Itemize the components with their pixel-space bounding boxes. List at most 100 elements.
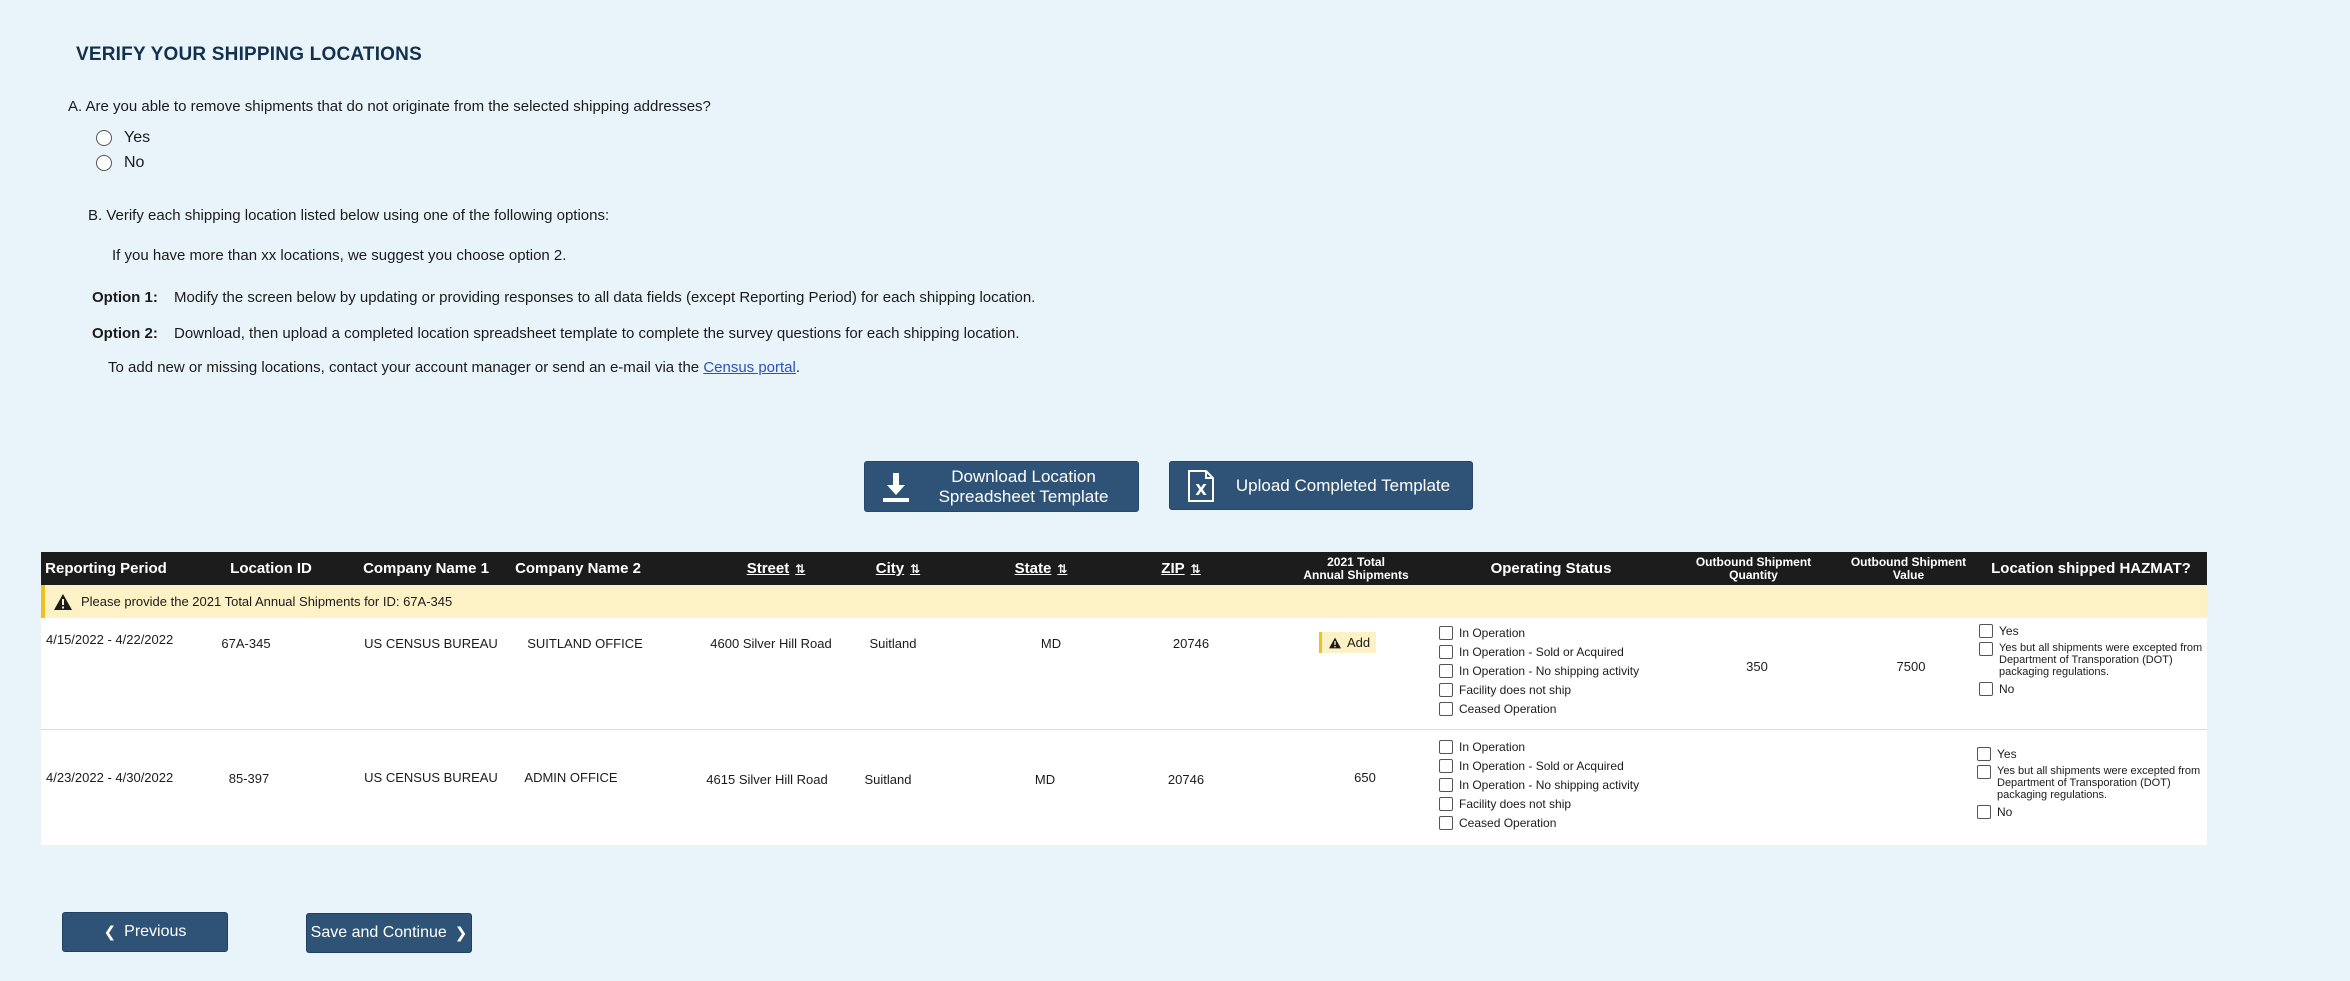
option-2-text: Download, then upload a completed locati… — [174, 325, 1020, 342]
radio-no-label: No — [124, 154, 145, 171]
download-line-1: Download Location — [951, 466, 1096, 486]
excel-file-icon: X — [1178, 469, 1224, 502]
sort-icon[interactable]: ⇅ — [1057, 562, 1067, 576]
header-state-label: State — [1014, 560, 1052, 577]
previous-button[interactable]: ❮ Previous — [62, 912, 228, 952]
status-checkbox[interactable] — [1439, 796, 1453, 811]
sort-icon[interactable]: ⇅ — [1191, 562, 1201, 576]
sort-icon[interactable]: ⇅ — [795, 562, 805, 576]
warning-icon — [54, 593, 72, 610]
status-option-label: In Operation — [1459, 739, 1526, 754]
status-option-label: Facility does not ship — [1459, 796, 1572, 811]
hazmat-option-label: Yes — [1999, 624, 2019, 638]
download-template-button[interactable]: Download Location Spreadsheet Template — [864, 461, 1139, 512]
header-city[interactable]: City ⇅ — [853, 552, 943, 585]
header-qty-line-1: Outbound Shipment — [1695, 554, 1812, 569]
header-total-line-1: 2021 Total — [1327, 554, 1385, 569]
locations-table: Reporting Period Location ID Company Nam… — [41, 552, 2207, 845]
question-a: A. Are you able to remove shipments that… — [68, 98, 711, 115]
hazmat-options: Yes Yes but all shipments were excepted … — [1979, 624, 2219, 700]
upload-button-text: Upload Completed Template — [1235, 475, 1451, 495]
cell-total-annual-shipments[interactable]: 650 — [1335, 770, 1395, 785]
question-b: B. Verify each shipping location listed … — [88, 207, 610, 224]
header-company-name-2: Company Name 2 — [515, 560, 641, 577]
status-option-label: Ceased Operation — [1459, 701, 1557, 716]
cell-location-id: 85-397 — [228, 771, 270, 786]
hazmat-option[interactable]: No — [1979, 682, 2219, 696]
table-row: 4/23/2022 - 4/30/2022 85-397 US CENSUS B… — [41, 730, 2207, 845]
status-checkbox[interactable] — [1439, 815, 1453, 830]
warning-icon — [1329, 637, 1341, 648]
header-city-label: City — [875, 560, 905, 577]
hazmat-checkbox[interactable] — [1977, 747, 1991, 761]
header-zip[interactable]: ZIP ⇅ — [1136, 552, 1226, 585]
hazmat-checkbox[interactable] — [1977, 805, 1991, 819]
cell-reporting-period: 4/23/2022 - 4/30/2022 — [46, 770, 174, 785]
option-1-label: Option 1: — [92, 289, 158, 306]
status-checkbox[interactable] — [1439, 701, 1453, 716]
status-option[interactable]: Ceased Operation — [1439, 813, 1639, 832]
census-portal-link[interactable]: Census portal — [703, 359, 796, 376]
add-missing-prefix: To add new or missing locations, contact… — [108, 359, 704, 376]
cell-company-name-2: SUITLAND OFFICE — [527, 636, 643, 651]
status-checkbox[interactable] — [1439, 777, 1453, 792]
status-checkbox[interactable] — [1439, 739, 1453, 754]
cell-outbound-value[interactable]: 7500 — [1881, 659, 1941, 674]
status-checkbox[interactable] — [1439, 625, 1453, 640]
cell-zip: 20746 — [1172, 636, 1210, 651]
hazmat-checkbox[interactable] — [1979, 624, 1993, 638]
hazmat-options: Yes Yes but all shipments were excepted … — [1977, 747, 2217, 823]
radio-yes-circle[interactable] — [96, 130, 112, 146]
header-state[interactable]: State ⇅ — [996, 552, 1086, 585]
hazmat-checkbox[interactable] — [1977, 765, 1991, 779]
save-and-continue-button[interactable]: Save and Continue ❯ — [306, 913, 472, 953]
page-title: VERIFY YOUR SHIPPING LOCATIONS — [76, 44, 422, 65]
status-checkbox[interactable] — [1439, 682, 1453, 697]
header-total-line-2: Annual Shipments — [1303, 567, 1409, 582]
status-option[interactable]: In Operation - No shipping activity — [1439, 661, 1639, 680]
header-company-name-1: Company Name 1 — [363, 560, 489, 577]
status-option[interactable]: In Operation — [1439, 737, 1639, 756]
cell-outbound-quantity[interactable]: 350 — [1727, 659, 1787, 674]
hazmat-option-label: No — [1997, 805, 2013, 819]
header-reporting-period: Reporting Period — [45, 560, 167, 577]
hazmat-option[interactable]: Yes — [1977, 747, 2217, 761]
chevron-right-icon: ❯ — [454, 925, 468, 942]
save-continue-label: Save and Continue — [310, 924, 447, 941]
hazmat-option-label: Yes — [1997, 747, 2017, 761]
hazmat-option[interactable]: Yes — [1979, 624, 2219, 638]
hazmat-option[interactable]: Yes but all shipments were excepted from… — [1977, 765, 2217, 801]
status-option[interactable]: In Operation - No shipping activity — [1439, 775, 1639, 794]
header-street-label: Street — [746, 560, 790, 577]
status-option[interactable]: In Operation - Sold or Acquired — [1439, 642, 1639, 661]
cell-state: MD — [1040, 636, 1062, 651]
hazmat-option[interactable]: No — [1977, 805, 2217, 819]
header-street[interactable]: Street ⇅ — [711, 552, 841, 585]
option-2: Option 2: Download, then upload a comple… — [92, 325, 1020, 342]
status-option-label: Facility does not ship — [1459, 682, 1572, 697]
status-option[interactable]: Ceased Operation — [1439, 699, 1639, 718]
status-option[interactable]: In Operation - Sold or Acquired — [1439, 756, 1639, 775]
add-total-button[interactable]: Add — [1319, 632, 1377, 653]
hazmat-option[interactable]: Yes but all shipments were excepted from… — [1979, 642, 2219, 678]
status-checkbox[interactable] — [1439, 663, 1453, 678]
hazmat-checkbox[interactable] — [1979, 682, 1993, 696]
status-checkbox[interactable] — [1439, 644, 1453, 659]
previous-label: Previous — [124, 923, 187, 940]
status-option-label: In Operation - Sold or Acquired — [1459, 758, 1624, 773]
radio-no[interactable]: No — [96, 154, 144, 172]
radio-yes[interactable]: Yes — [96, 129, 150, 147]
sort-icon[interactable]: ⇅ — [910, 562, 920, 576]
header-location-id: Location ID — [230, 560, 312, 577]
status-checkbox[interactable] — [1439, 758, 1453, 773]
radio-no-circle[interactable] — [96, 155, 112, 171]
status-option[interactable]: Facility does not ship — [1439, 680, 1639, 699]
cell-state: MD — [1034, 772, 1056, 787]
hint-text: If you have more than xx locations, we s… — [112, 247, 567, 264]
hazmat-checkbox[interactable] — [1979, 642, 1993, 656]
status-option[interactable]: In Operation — [1439, 623, 1639, 642]
operating-status-options: In Operation In Operation - Sold or Acqu… — [1439, 623, 1639, 718]
status-option[interactable]: Facility does not ship — [1439, 794, 1639, 813]
header-total-annual-shipments: 2021 Total Annual Shipments — [1271, 552, 1441, 585]
upload-template-button[interactable]: X Upload Completed Template — [1169, 461, 1473, 510]
